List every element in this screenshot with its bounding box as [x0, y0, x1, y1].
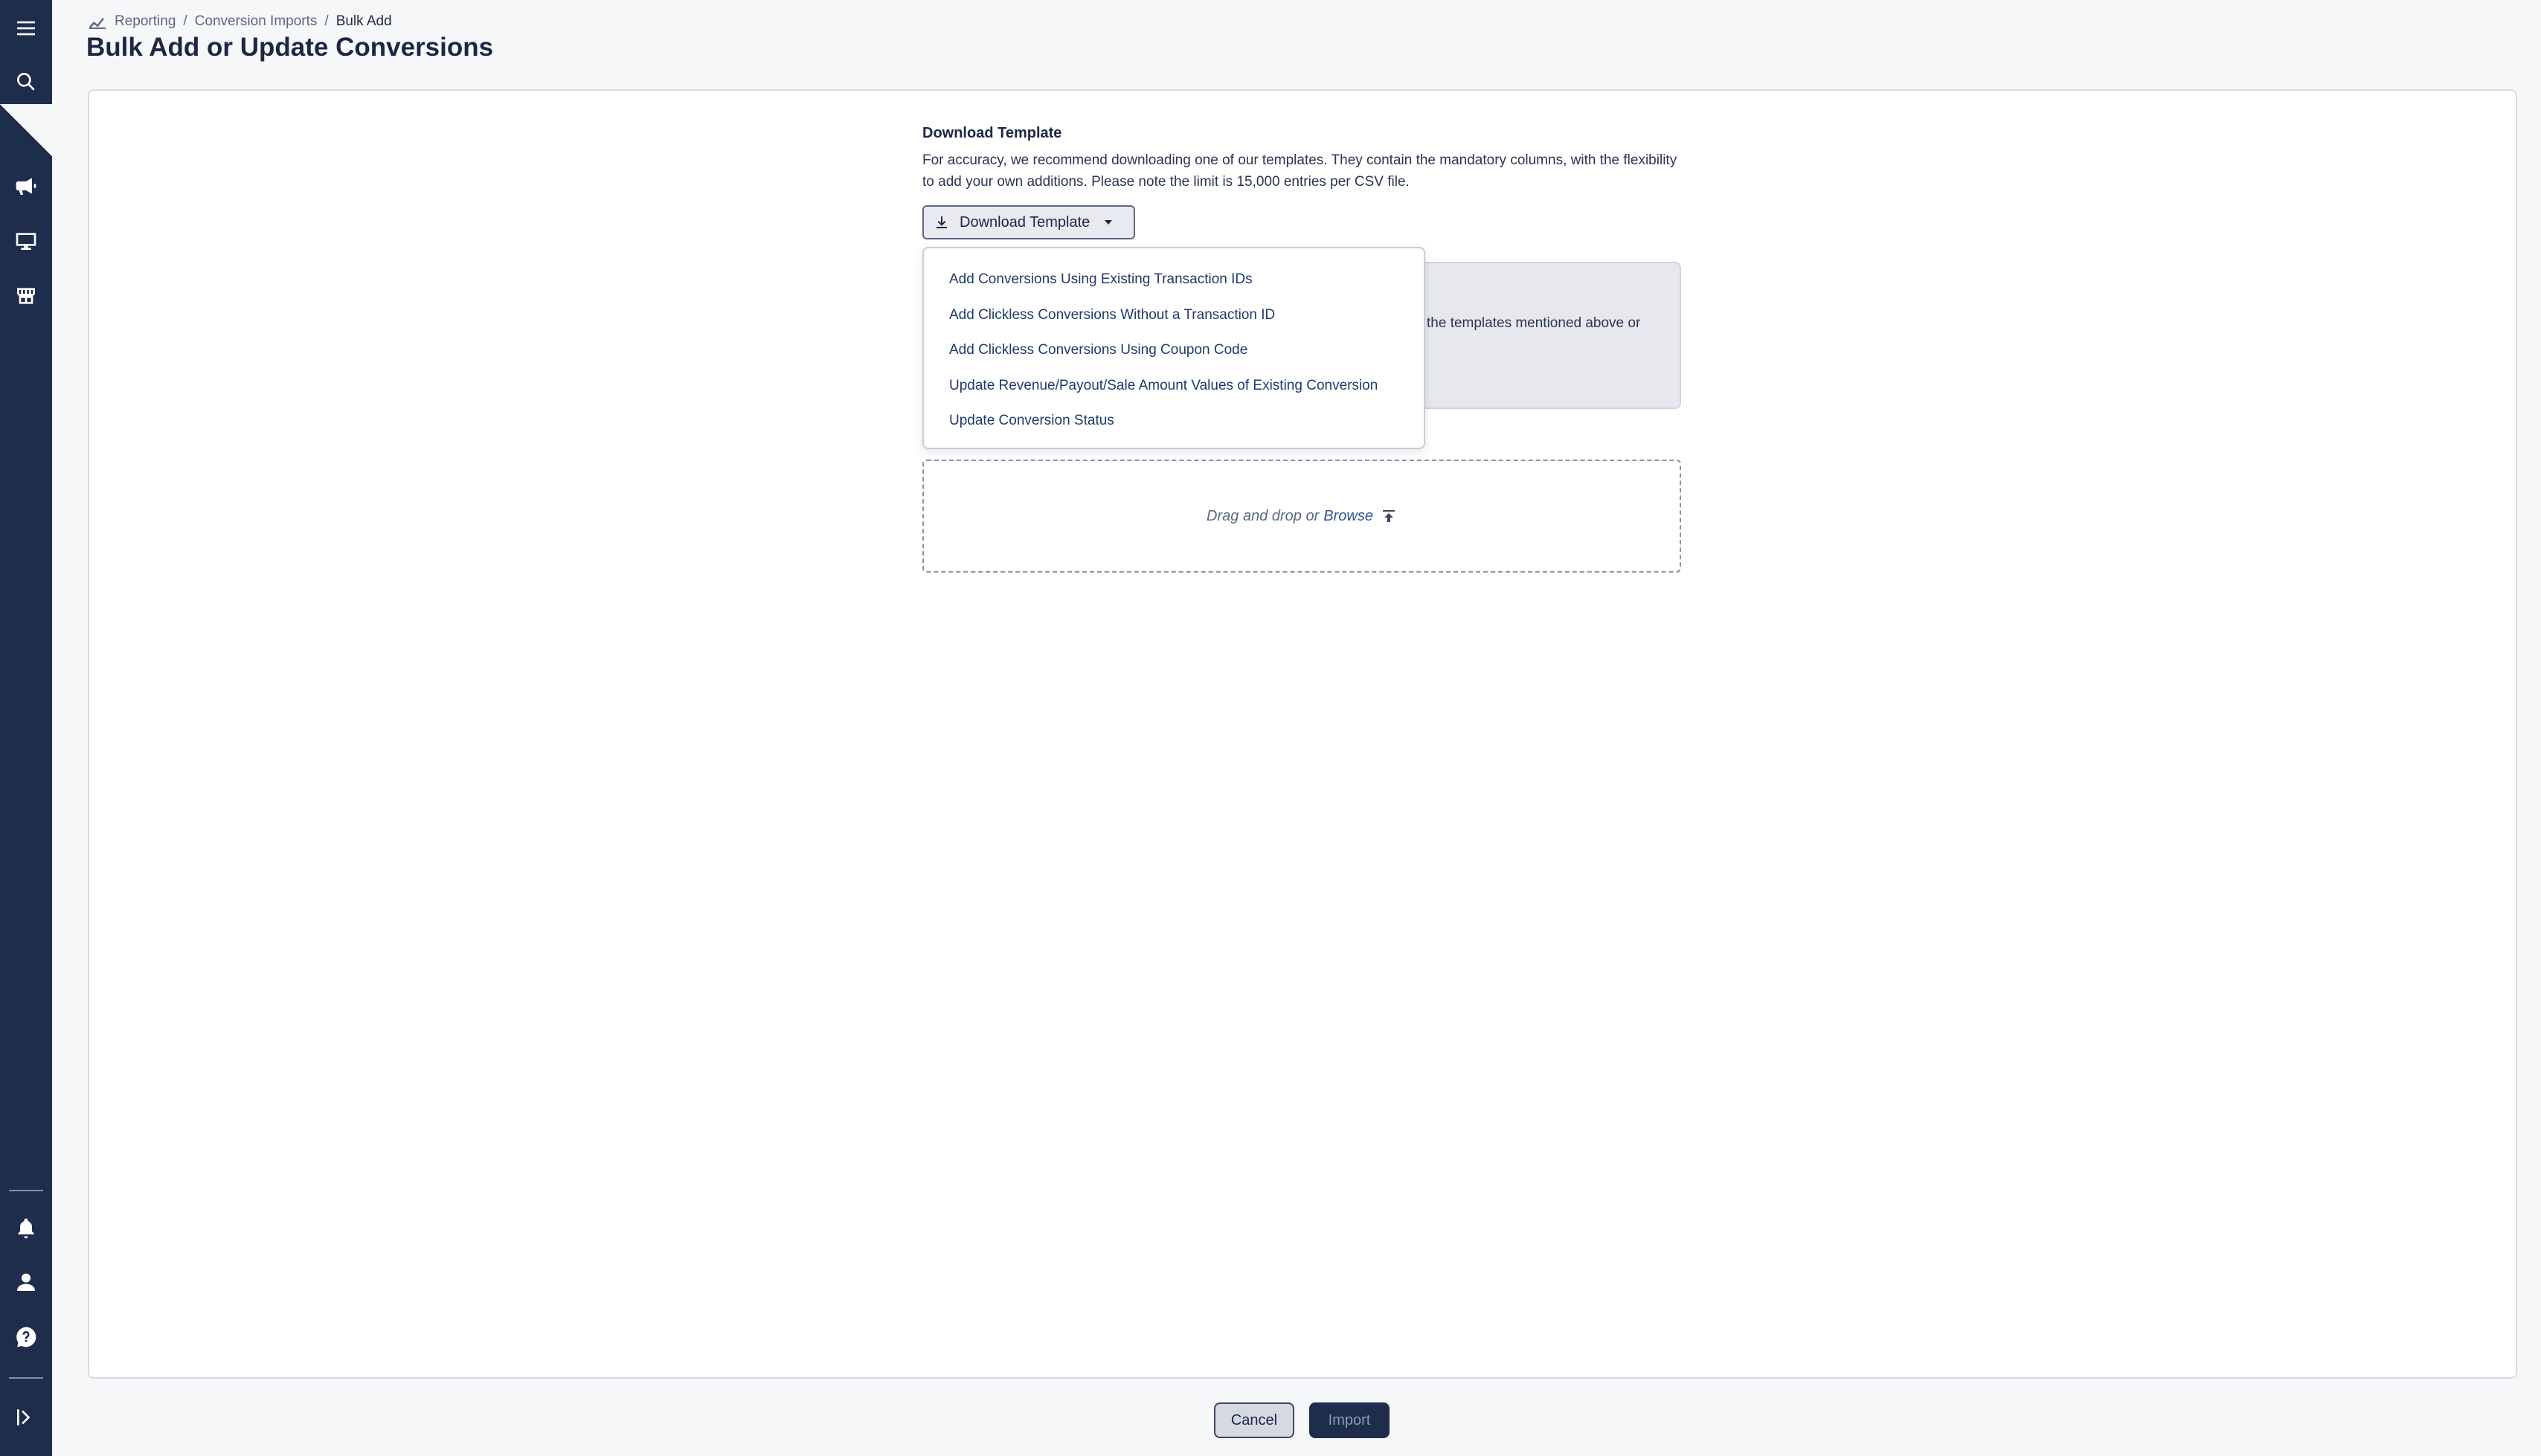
import-button[interactable]: Import	[1309, 1402, 1390, 1438]
file-dropzone[interactable]: Drag and drop or Browse	[922, 460, 1681, 573]
menu-item-existing-transaction-ids[interactable]: Add Conversions Using Existing Transacti…	[924, 262, 1424, 297]
breadcrumb: Reporting / Conversion Imports / Bulk Ad…	[88, 10, 392, 33]
download-icon	[934, 215, 949, 230]
chevron-down-icon	[1103, 219, 1114, 226]
section-title: Download Template	[922, 125, 1062, 141]
help-icon[interactable]	[7, 1318, 45, 1356]
store-icon[interactable]	[7, 277, 45, 315]
monitor-icon[interactable]	[7, 222, 45, 260]
sidebar-divider-bottom	[9, 1377, 43, 1379]
expand-sidebar-icon[interactable]	[7, 1398, 45, 1437]
menu-item-clickless-without-transaction-id[interactable]: Add Clickless Conversions Without a Tran…	[924, 297, 1424, 333]
sidebar-decoration	[0, 104, 52, 156]
download-template-menu: Add Conversions Using Existing Transacti…	[922, 247, 1425, 449]
menu-item-update-conversion-status[interactable]: Update Conversion Status	[924, 403, 1424, 439]
upload-icon[interactable]	[1381, 508, 1397, 524]
sidebar	[0, 0, 52, 1456]
page-title: Bulk Add or Update Conversions	[86, 33, 494, 62]
menu-icon[interactable]	[7, 9, 45, 48]
bell-icon[interactable]	[7, 1209, 45, 1248]
browse-link[interactable]: Browse	[1323, 508, 1373, 525]
info-box-text: the templates mentioned above or	[1427, 315, 1641, 331]
breadcrumb-reporting[interactable]: Reporting	[115, 13, 176, 30]
search-icon[interactable]	[7, 62, 45, 101]
user-icon[interactable]	[7, 1263, 45, 1301]
megaphone-icon[interactable]	[7, 167, 45, 205]
breadcrumb-separator: /	[183, 13, 187, 29]
menu-item-update-revenue-values[interactable]: Update Revenue/Payout/Sale Amount Values…	[924, 368, 1424, 404]
breadcrumb-separator: /	[324, 13, 329, 29]
cancel-button[interactable]: Cancel	[1214, 1402, 1294, 1438]
menu-item-clickless-coupon-code[interactable]: Add Clickless Conversions Using Coupon C…	[924, 332, 1424, 368]
breadcrumb-conversion-imports[interactable]: Conversion Imports	[195, 13, 318, 30]
section-description: For accuracy, we recommend downloading o…	[922, 152, 1677, 190]
download-template-section: Download Template For accuracy, we recom…	[922, 125, 1681, 193]
download-template-label: Download Template	[960, 213, 1090, 231]
reporting-chart-icon	[88, 13, 107, 30]
download-template-button[interactable]: Download Template	[922, 205, 1135, 239]
sidebar-divider	[9, 1190, 43, 1191]
dropzone-text: Drag and drop or	[1207, 507, 1320, 524]
breadcrumb-current: Bulk Add	[335, 13, 392, 29]
